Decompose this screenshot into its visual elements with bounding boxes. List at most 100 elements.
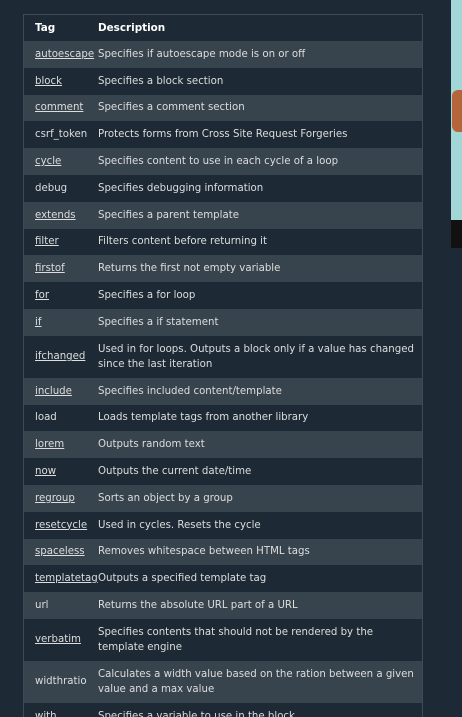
tag-link[interactable]: now — [35, 466, 56, 477]
table-row: autoescape Specifies if autoescape mode i… — [24, 41, 422, 68]
tag-link[interactable]: firstof — [35, 263, 65, 274]
tag-description: Specifies included content/template — [98, 385, 282, 397]
table-row: now Outputs the current date/time — [24, 458, 422, 485]
tag-name: debug — [35, 182, 68, 194]
table-row: comment Specifies a comment section — [24, 94, 422, 122]
table-row: with Specifies a variable to use in the b… — [24, 702, 422, 717]
column-header-description: Description — [87, 15, 422, 41]
tag-description: Removes whitespace between HTML tags — [98, 546, 310, 558]
tag-description: Specifies if autoescape mode is on or of… — [98, 48, 306, 60]
tag-cell: comment — [24, 95, 87, 122]
table-row: cycle Specifies content to use in each cy… — [24, 148, 422, 175]
tag-cell: templatetag — [24, 565, 98, 592]
tag-cell: ifchanged — [24, 336, 87, 378]
tag-link[interactable]: verbatim — [35, 634, 81, 645]
tag-cell: for — [24, 282, 87, 309]
image-object — [452, 90, 462, 132]
tag-description: Specifies debugging information — [98, 182, 264, 194]
page: Tag Description autoescape Specifies if a… — [0, 0, 462, 717]
table-row: templatetag Outputs a specified template … — [24, 565, 422, 593]
tag-cell: filter — [24, 229, 87, 256]
tag-link[interactable]: cycle — [35, 156, 61, 167]
tag-cell: now — [24, 458, 87, 485]
tag-description: Outputs the current date/time — [98, 466, 252, 478]
table-row: lorem Outputs random text — [24, 431, 422, 459]
table-row: ifchanged Used in for loops. Outputs a bl… — [24, 335, 422, 378]
tag-description: Protects forms from Cross Site Request F… — [98, 129, 348, 141]
tag-link[interactable]: for — [35, 290, 49, 301]
tag-cell: block — [24, 68, 87, 95]
tag-description: Filters content before returning it — [98, 236, 268, 248]
tag-cell: load — [24, 405, 87, 432]
table-row: widthratio Calculates a width value based… — [24, 660, 422, 703]
tag-link[interactable]: spaceless — [35, 546, 85, 557]
table-row: filter Filters content before returning i… — [24, 228, 422, 256]
tag-link[interactable]: include — [35, 386, 72, 397]
tag-description: Returns the absolute URL part of a URL — [98, 600, 298, 612]
tag-link[interactable]: with — [35, 711, 57, 717]
tag-description: Specifies content to use in each cycle o… — [98, 156, 339, 168]
tag-description: Sorts an object by a group — [98, 492, 233, 504]
tag-description: Specifies a parent template — [98, 209, 239, 221]
table-header-row: Tag Description — [24, 15, 422, 41]
tag-link[interactable]: templatetag — [35, 573, 98, 584]
tag-cell: include — [24, 378, 87, 405]
tag-link[interactable]: ifchanged — [35, 351, 85, 362]
tag-cell: resetcycle — [24, 512, 87, 539]
tag-link[interactable]: autoescape — [35, 49, 94, 60]
tag-name: url — [35, 600, 49, 612]
table-row: extends Specifies a parent template — [24, 201, 422, 229]
table-row: if Specifies a if statement — [24, 308, 422, 336]
tag-cell: url — [24, 592, 87, 619]
tag-cell: spaceless — [24, 539, 87, 566]
tag-cell: cycle — [24, 148, 87, 175]
tag-link[interactable]: block — [35, 76, 62, 87]
tag-cell: regroup — [24, 485, 87, 512]
table-row: firstof Returns the first not empty varia… — [24, 255, 422, 283]
table-row: regroup Sorts an object by a group — [24, 484, 422, 512]
tag-cell: autoescape — [24, 41, 94, 68]
tag-cell: lorem — [24, 431, 87, 458]
tag-link[interactable]: lorem — [35, 439, 64, 450]
tag-link[interactable]: comment — [35, 102, 83, 113]
table-row: include Specifies included content/templa… — [24, 377, 422, 405]
table-row: load Loads template tags from another lib… — [24, 404, 422, 432]
django-tags-table: Tag Description autoescape Specifies if a… — [23, 14, 423, 717]
tag-description: Specifies a block section — [98, 75, 224, 87]
tag-description: Outputs a specified template tag — [98, 573, 267, 585]
table-row: verbatim Specifies contents that should n… — [24, 618, 422, 661]
tag-link[interactable]: extends — [35, 210, 76, 221]
tag-link[interactable]: resetcycle — [35, 520, 87, 531]
table-row: debug Specifies debugging information — [24, 174, 422, 202]
tag-cell: if — [24, 309, 87, 336]
image-bottom-edge — [451, 220, 462, 248]
tag-cell: firstof — [24, 255, 87, 282]
tag-description: Specifies a for loop — [98, 290, 196, 302]
tag-link[interactable]: filter — [35, 236, 59, 247]
tag-description: Outputs random text — [98, 439, 205, 451]
tags-table: Tag Description autoescape Specifies if a… — [24, 15, 422, 717]
tag-description: Loads template tags from another library — [98, 412, 309, 424]
table-body: autoescape Specifies if autoescape mode i… — [24, 41, 422, 717]
tag-description: Specifies a comment section — [98, 102, 245, 114]
tag-link[interactable]: regroup — [35, 493, 75, 504]
tag-cell: widthratio — [24, 661, 87, 703]
table-row: for Specifies a for loop — [24, 282, 422, 309]
tag-cell: extends — [24, 202, 87, 229]
side-image-fragment — [451, 0, 462, 248]
tag-link[interactable]: if — [35, 317, 41, 328]
tag-name: load — [35, 412, 57, 424]
tag-cell: verbatim — [24, 619, 87, 661]
table-row: block Specifies a block section — [24, 67, 422, 95]
tag-name: widthratio — [35, 676, 87, 688]
table-row: resetcycle Used in cycles. Resets the cyc… — [24, 511, 422, 539]
tag-description: Specifies a variable to use in the block — [98, 710, 295, 717]
table-row: spaceless Removes whitespace between HTML… — [24, 538, 422, 566]
tag-description: Used in for loops. Outputs a block only … — [98, 343, 414, 370]
tag-description: Specifies contents that should not be re… — [98, 626, 374, 653]
tag-description: Calculates a width value based on the ra… — [98, 668, 414, 695]
tag-name: csrf_token — [35, 129, 88, 141]
table-row: url Returns the absolute URL part of a UR… — [24, 592, 422, 619]
tag-description: Returns the first not empty variable — [98, 263, 281, 275]
tag-cell: csrf_token — [24, 121, 87, 148]
